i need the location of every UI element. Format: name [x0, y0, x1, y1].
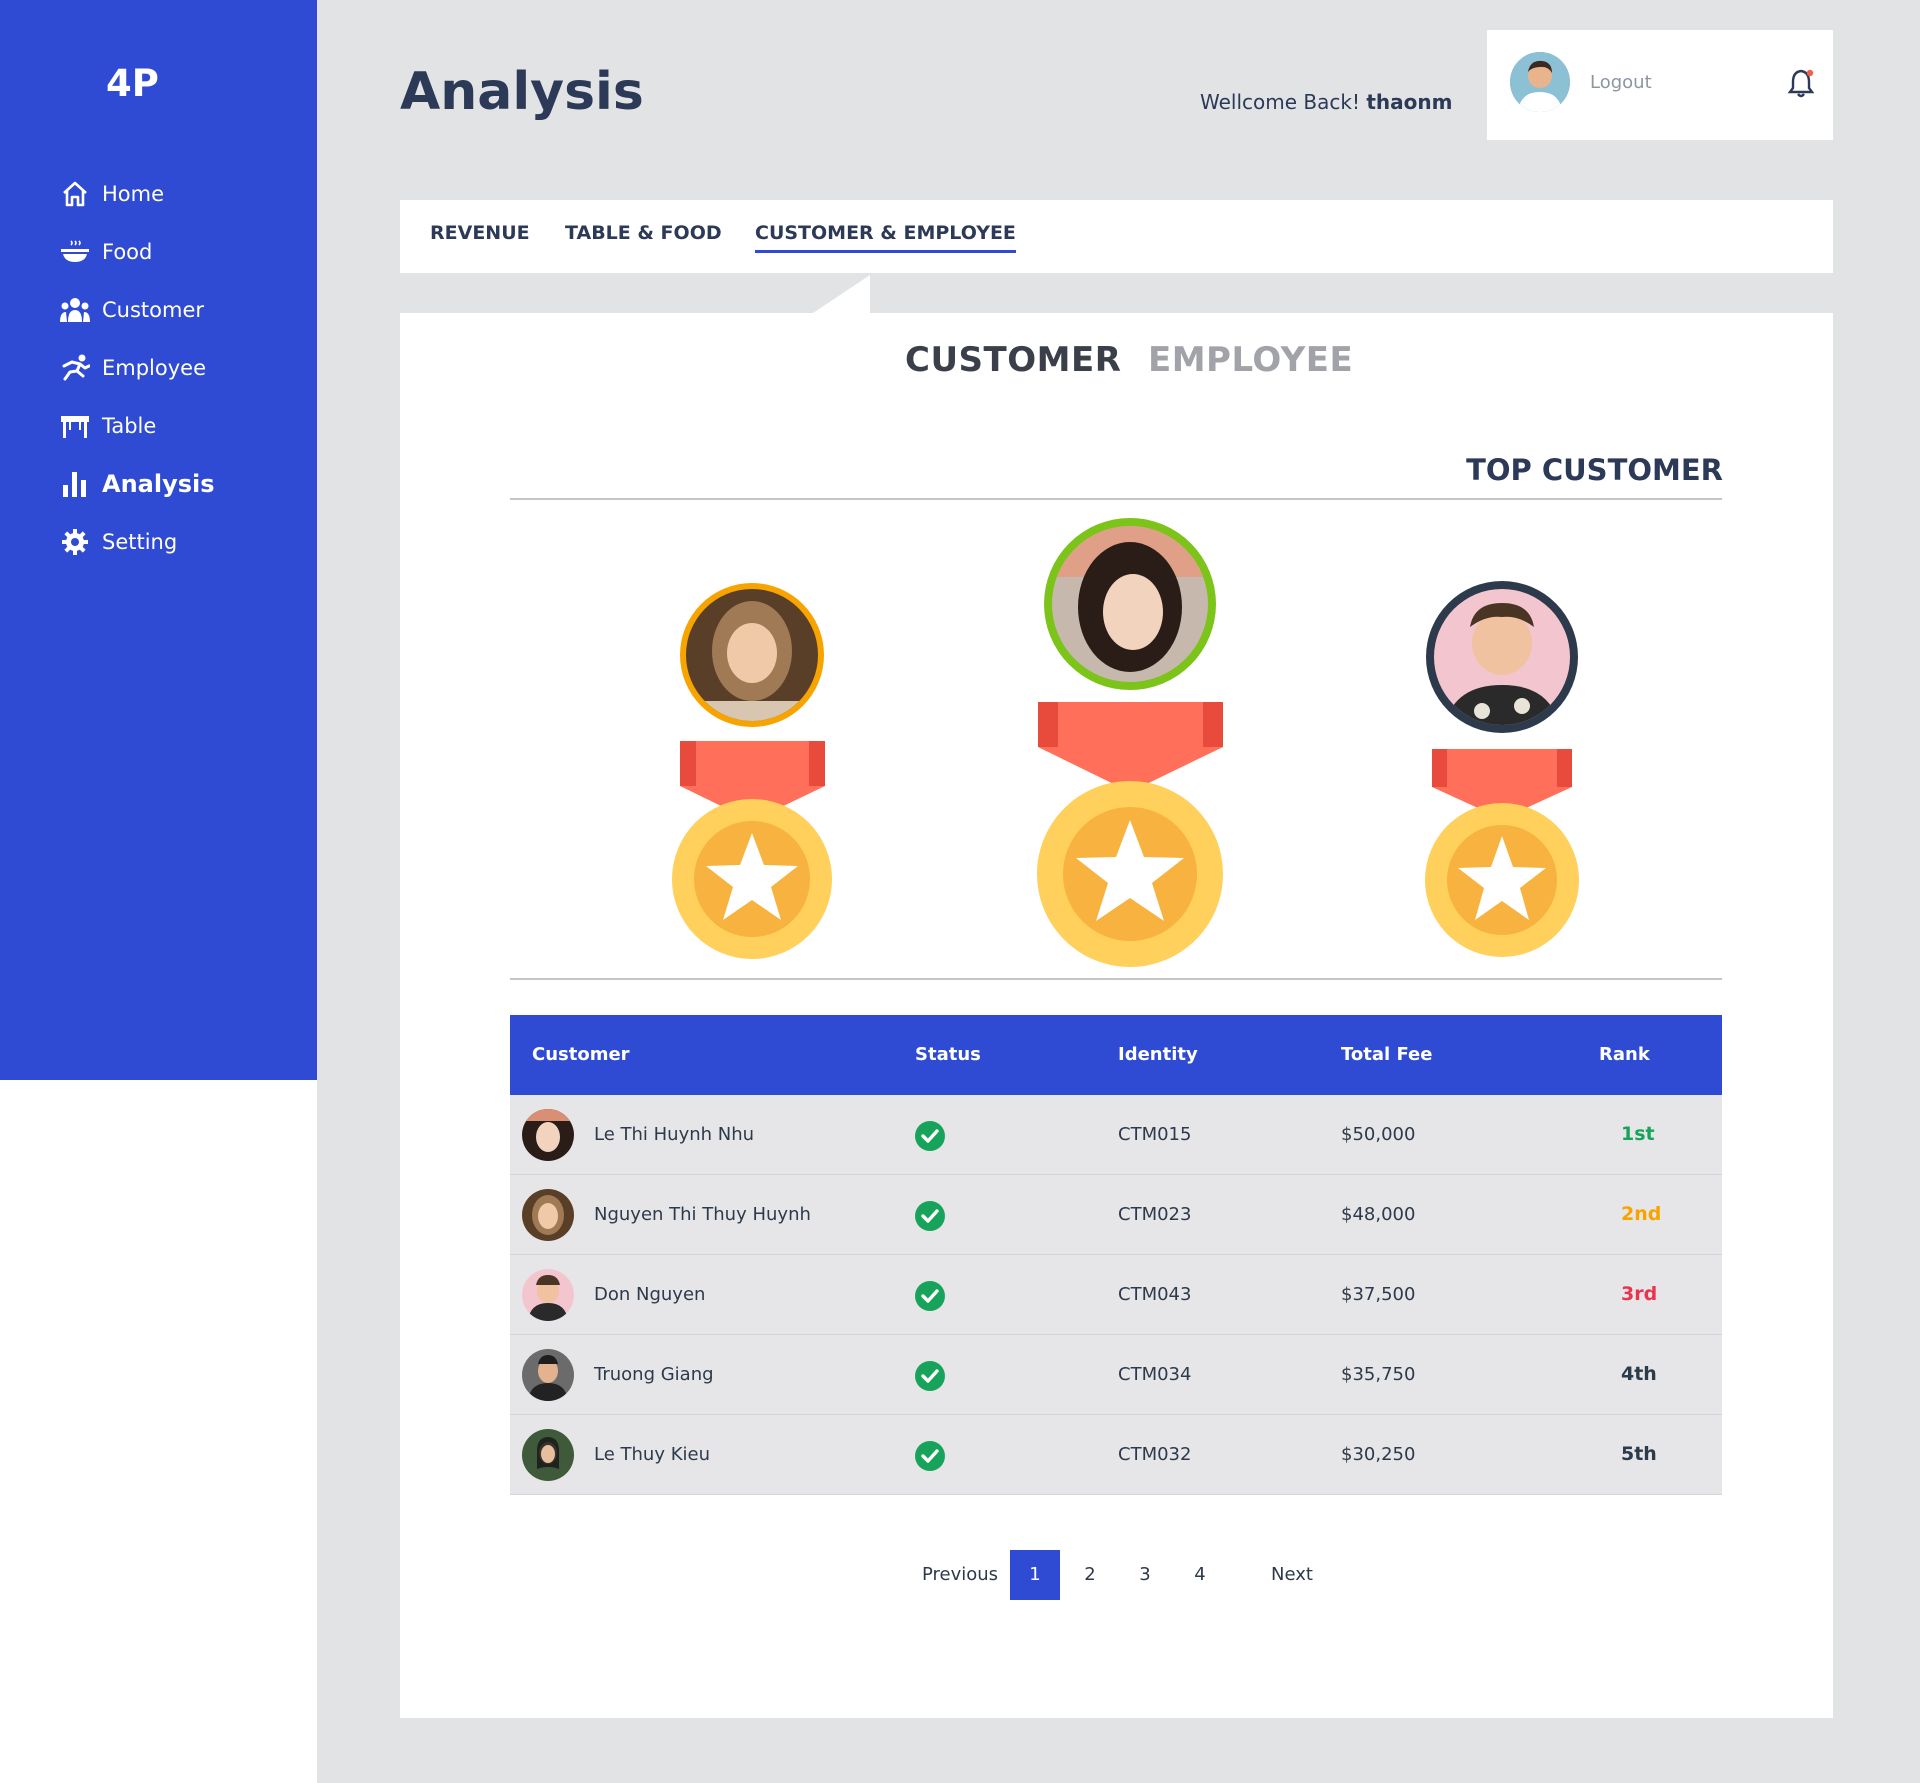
avatar	[522, 1269, 574, 1321]
page-button-4[interactable]: 4	[1175, 1550, 1225, 1600]
bell-icon[interactable]	[1787, 68, 1815, 98]
customer-name: Le Thi Huynh Nhu	[594, 1124, 755, 1145]
sidebar: 4P Home Food Customer Employee Table Ana…	[0, 0, 317, 1080]
bar-chart-icon	[58, 467, 92, 501]
check-circle-icon	[915, 1281, 945, 1311]
check-circle-icon	[915, 1441, 945, 1471]
logout-link[interactable]: Logout	[1590, 72, 1652, 93]
sidebar-item-employee[interactable]: Employee	[58, 339, 215, 397]
column-header-identity[interactable]: Identity	[1118, 1044, 1198, 1065]
column-header-total-fee[interactable]: Total Fee	[1341, 1044, 1432, 1065]
customer-total-fee: $35,750	[1341, 1364, 1416, 1385]
customer-name: Le Thuy Kieu	[594, 1444, 710, 1465]
top-customer-table: Customer Status Identity Total Fee Rank …	[510, 1015, 1722, 1495]
switch-employee[interactable]: EMPLOYEE	[1148, 340, 1353, 380]
sidebar-item-customer[interactable]: Customer	[58, 281, 215, 339]
next-page-button[interactable]: Next	[1252, 1550, 1332, 1600]
user-panel: Logout	[1487, 30, 1833, 140]
customer-total-fee: $37,500	[1341, 1284, 1416, 1305]
sidebar-item-label: Home	[102, 182, 165, 206]
medal-first-place	[1037, 518, 1223, 967]
table-icon	[58, 409, 92, 443]
page-button-3[interactable]: 3	[1120, 1550, 1170, 1600]
section-title: TOP CUSTOMER	[1466, 453, 1723, 487]
sidebar-item-analysis[interactable]: Analysis	[58, 455, 215, 513]
gear-icon	[58, 525, 92, 559]
app-logo: 4P	[106, 62, 159, 105]
medal-second-place	[672, 583, 832, 959]
check-circle-icon	[915, 1361, 945, 1391]
sidebar-item-label: Table	[102, 414, 157, 438]
customer-identity: CTM043	[1118, 1284, 1192, 1305]
sidebar-item-label: Customer	[102, 298, 205, 322]
analysis-tabs: REVENUE TABLE & FOOD CUSTOMER & EMPLOYEE	[400, 200, 1833, 273]
username: thaonm	[1366, 90, 1453, 114]
table-header: Customer Status Identity Total Fee Rank	[510, 1015, 1722, 1095]
pagination: Previous 1 2 3 4 Next	[400, 1550, 1833, 1600]
sidebar-item-label: Analysis	[102, 470, 215, 498]
table-row[interactable]: Le Thi Huynh Nhu CTM015 $50,000 1st	[510, 1095, 1722, 1175]
table-row[interactable]: Le Thuy Kieu CTM032 $30,250 5th	[510, 1415, 1722, 1495]
sidebar-item-label: Employee	[102, 356, 207, 380]
tab-table-food[interactable]: TABLE & FOOD	[565, 222, 722, 244]
avatar	[522, 1429, 574, 1481]
sidebar-item-home[interactable]: Home	[58, 165, 215, 223]
check-circle-icon	[915, 1121, 945, 1151]
customer-total-fee: $30,250	[1341, 1444, 1416, 1465]
divider	[510, 978, 1722, 980]
tab-revenue[interactable]: REVENUE	[430, 222, 530, 244]
welcome-prefix: Wellcome Back!	[1200, 90, 1360, 114]
table-row[interactable]: Truong Giang CTM034 $35,750 4th	[510, 1335, 1722, 1415]
sidebar-item-label: Setting	[102, 530, 178, 554]
customer-name: Nguyen Thi Thuy Huynh	[594, 1204, 811, 1225]
customer-total-fee: $50,000	[1341, 1124, 1416, 1145]
users-icon	[58, 293, 92, 327]
medal-third-place	[1425, 581, 1579, 957]
avatar[interactable]	[1510, 52, 1570, 112]
tab-pointer	[810, 275, 870, 315]
customer-name: Don Nguyen	[594, 1284, 706, 1305]
customer-identity: CTM032	[1118, 1444, 1192, 1465]
column-header-rank[interactable]: Rank	[1599, 1044, 1650, 1065]
customer-rank: 1st	[1621, 1123, 1655, 1145]
customer-rank: 4th	[1621, 1363, 1657, 1385]
sidebar-item-label: Food	[102, 240, 153, 264]
previous-page-button[interactable]: Previous	[905, 1550, 1015, 1600]
sidebar-item-table[interactable]: Table	[58, 397, 215, 455]
avatar	[522, 1349, 574, 1401]
sidebar-item-setting[interactable]: Setting	[58, 513, 215, 571]
switch-customer[interactable]: CUSTOMER	[905, 340, 1121, 380]
food-bowl-icon	[58, 235, 92, 269]
table-row[interactable]: Don Nguyen CTM043 $37,500 3rd	[510, 1255, 1722, 1335]
home-icon	[58, 177, 92, 211]
avatar	[522, 1189, 574, 1241]
avatar	[522, 1109, 574, 1161]
customer-rank: 5th	[1621, 1443, 1657, 1465]
customer-rank: 2nd	[1621, 1203, 1662, 1225]
check-circle-icon	[915, 1201, 945, 1231]
column-header-customer[interactable]: Customer	[532, 1044, 630, 1065]
page-title: Analysis	[400, 62, 644, 122]
customer-identity: CTM034	[1118, 1364, 1192, 1385]
sidebar-nav: Home Food Customer Employee Table Analys…	[58, 165, 215, 571]
customer-name: Truong Giang	[594, 1364, 714, 1385]
customer-identity: CTM015	[1118, 1124, 1192, 1145]
page-button-1[interactable]: 1	[1010, 1550, 1060, 1600]
customer-identity: CTM023	[1118, 1204, 1192, 1225]
column-header-status[interactable]: Status	[915, 1044, 981, 1065]
main-card: CUSTOMER EMPLOYEE TOP CUSTOMER Customer …	[400, 313, 1833, 1718]
divider	[510, 498, 1722, 500]
sidebar-item-food[interactable]: Food	[58, 223, 215, 281]
running-person-icon	[58, 351, 92, 385]
page-button-2[interactable]: 2	[1065, 1550, 1115, 1600]
customer-rank: 3rd	[1621, 1283, 1658, 1305]
welcome-message: Wellcome Back! thaonm	[1200, 90, 1452, 114]
tab-customer-employee[interactable]: CUSTOMER & EMPLOYEE	[755, 222, 1016, 253]
table-row[interactable]: Nguyen Thi Thuy Huynh CTM023 $48,000 2nd	[510, 1175, 1722, 1255]
customer-total-fee: $48,000	[1341, 1204, 1416, 1225]
sidebar-footer-area	[0, 1080, 317, 1783]
